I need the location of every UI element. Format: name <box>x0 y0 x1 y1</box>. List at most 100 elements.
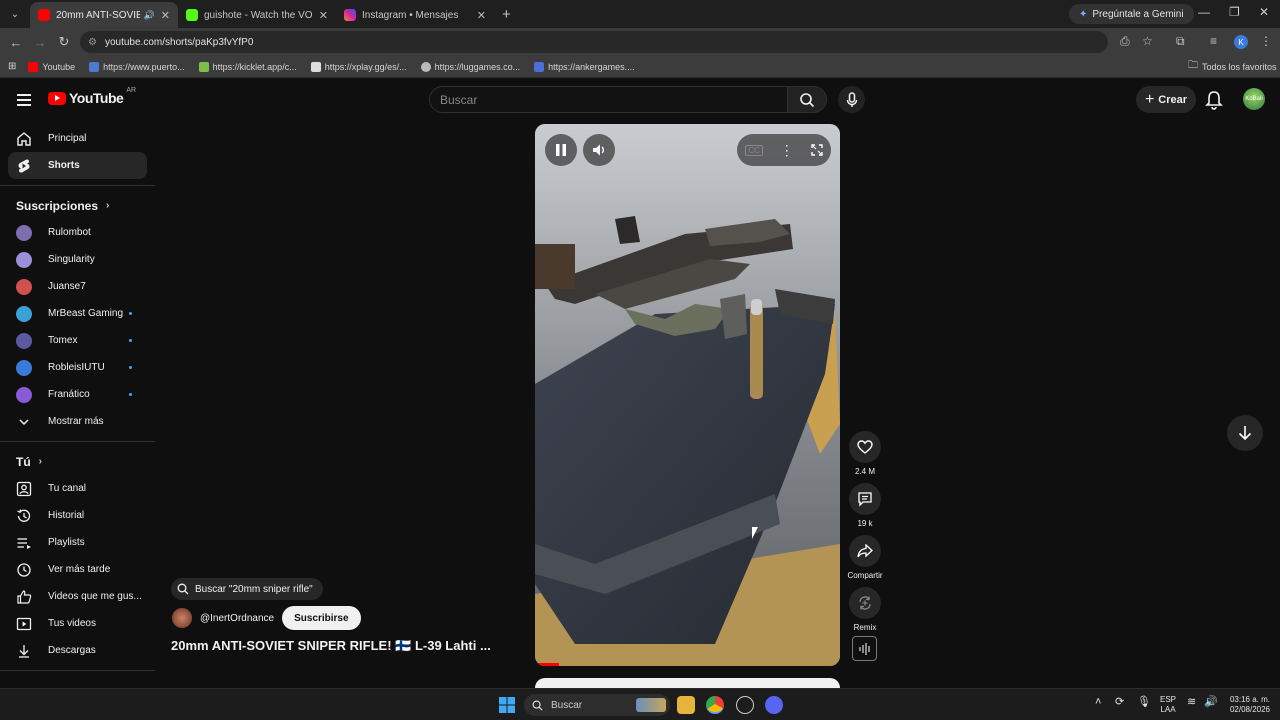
file-explorer-icon[interactable] <box>677 696 695 714</box>
language-indicator[interactable]: ESP LAA <box>1160 695 1176 715</box>
account-avatar[interactable]: KoBali <box>1243 88 1265 110</box>
sidebar-item-ver-mas-tarde[interactable]: Ver más tarde <box>0 556 147 583</box>
sidebar-item-liked-videos[interactable]: Videos que me gus... <box>0 583 147 610</box>
restore-icon[interactable]: ❐ <box>1229 5 1240 19</box>
chevron-up-icon[interactable]: ˄ <box>1095 697 1101 708</box>
search-button[interactable] <box>787 86 827 113</box>
bookmark-youtube[interactable]: Youtube <box>28 61 75 72</box>
search-input[interactable]: Buscar <box>429 86 787 113</box>
sidebar-item-franatico[interactable]: Franático <box>0 381 147 408</box>
captions-icon[interactable]: CC <box>745 144 763 156</box>
gemini-label: Pregúntale a Gemini <box>1092 8 1184 20</box>
video-progress-bar[interactable] <box>535 663 560 666</box>
back-icon[interactable]: ← <box>4 35 28 50</box>
taskbar-search[interactable]: Buscar <box>524 694 670 716</box>
youtube-logo[interactable]: YouTube AR <box>48 87 136 106</box>
share-action[interactable]: Compartir <box>842 535 888 580</box>
bookmark-luggames[interactable]: https://luggames.co... <box>420 61 520 72</box>
subscriptions-header[interactable]: Suscripciones › <box>0 192 155 219</box>
heart-icon <box>857 440 873 454</box>
sidebar-item-tus-videos[interactable]: Tus videos <box>0 610 147 637</box>
gemini-button[interactable]: ✦ Pregúntale a Gemini <box>1069 4 1194 24</box>
audio-track-button[interactable] <box>852 636 877 661</box>
close-tab-icon[interactable]: ✕ <box>319 9 328 22</box>
volume-button[interactable] <box>583 134 615 166</box>
notifications-button[interactable] <box>1205 90 1223 113</box>
tab-kick[interactable]: guishote - Watch the VOD on K ✕ <box>178 2 336 28</box>
pause-button[interactable] <box>545 134 577 166</box>
apps-grid-icon[interactable]: ⊞ <box>8 61 16 72</box>
chevron-right-icon: › <box>38 456 43 467</box>
tab-youtube[interactable]: 20mm ANTI-SOVIET SNIPER 🔊 ✕ <box>30 2 178 28</box>
sidebar-item-principal[interactable]: Principal <box>0 125 147 152</box>
sidebar-item-playlists[interactable]: Playlists <box>0 529 147 556</box>
close-tab-icon[interactable]: ✕ <box>477 9 486 22</box>
menu-icon[interactable] <box>17 94 31 106</box>
video-title[interactable]: 20mm ANTI-SOVIET SNIPER RIFLE! 🇫🇮 L-39 L… <box>171 638 491 654</box>
bookmark-ankergames[interactable]: https://ankergames.... <box>534 61 635 72</box>
sidebar-item-tomex[interactable]: Tomex <box>0 327 147 354</box>
speaker-icon[interactable]: 🔊 <box>1204 697 1218 708</box>
short-video-player[interactable]: CC ⋮ <box>535 124 840 666</box>
chrome-icon[interactable] <box>706 696 724 714</box>
more-options-icon[interactable]: ⋮ <box>780 142 794 159</box>
history-icon <box>16 508 32 524</box>
sidebar-item-historial[interactable]: Historial <box>0 502 147 529</box>
create-button[interactable]: + Crear <box>1136 86 1196 113</box>
comments-button[interactable] <box>849 483 881 515</box>
discord-icon[interactable] <box>765 696 783 714</box>
sidebar-item-tu-canal[interactable]: Tu canal <box>0 475 147 502</box>
like-button[interactable] <box>849 431 881 463</box>
tab-search-button[interactable]: ⌄ <box>4 4 26 24</box>
playlist-icon <box>16 535 32 551</box>
tab-instagram[interactable]: Instagram • Mensajes ✕ <box>336 2 494 28</box>
microphone-icon[interactable]: 🎙 <box>1137 697 1151 708</box>
new-tab-button[interactable]: + <box>502 6 511 23</box>
close-tab-icon[interactable]: ✕ <box>161 9 170 22</box>
bookmark-star-icon[interactable]: ☆ <box>1142 34 1153 48</box>
windows-start-icon[interactable] <box>498 696 516 714</box>
channel-name[interactable]: @InertOrdnance <box>200 613 274 624</box>
next-video-button[interactable] <box>1227 415 1263 451</box>
forward-icon[interactable]: → <box>28 35 52 50</box>
sidebar-item-robleisiutu[interactable]: RobleisIUTU <box>0 354 147 381</box>
extensions-icon[interactable]: ⧉ <box>1176 34 1185 49</box>
sidebar-item-label: Descargas <box>48 645 96 656</box>
url-field[interactable]: ⚙ youtube.com/shorts/paKp3fvYfP0 <box>80 31 1108 53</box>
fullscreen-icon[interactable] <box>810 144 823 156</box>
sidebar-item-rulombot[interactable]: Rulombot <box>0 219 147 246</box>
clock[interactable]: 03:16 a. m. 02/08/2026 <box>1222 695 1270 715</box>
share-button[interactable] <box>849 535 881 567</box>
close-window-icon[interactable]: ✕ <box>1259 5 1269 19</box>
reload-icon[interactable]: ↻ <box>52 34 76 50</box>
like-action[interactable]: 2.4 M <box>848 431 882 476</box>
you-header[interactable]: Tú › <box>0 448 155 475</box>
media-controls-icon[interactable]: ≡ <box>1210 34 1217 48</box>
sidebar-item-show-more[interactable]: Mostrar más <box>0 408 147 435</box>
wifi-icon[interactable]: ≋ <box>1187 697 1196 708</box>
profile-avatar[interactable]: K <box>1234 35 1248 49</box>
sidebar-item-singularity[interactable]: Singularity <box>0 246 147 273</box>
all-bookmarks[interactable]: 🗀 Todos los favoritos <box>1188 58 1277 75</box>
voice-search-button[interactable] <box>838 86 865 113</box>
comments-action[interactable]: 19 k <box>848 483 882 528</box>
sync-icon[interactable]: ⟳ <box>1115 697 1124 708</box>
minimize-icon[interactable]: — <box>1198 5 1210 19</box>
remix-button[interactable] <box>849 587 881 619</box>
search-suggestion-chip[interactable]: Buscar "20mm sniper rifle" <box>171 578 323 600</box>
bookmark-puerto[interactable]: https://www.puerto... <box>89 61 185 72</box>
bookmark-kicklet[interactable]: https://kicklet.app/c... <box>198 61 297 72</box>
more-menu-icon[interactable]: ⋮ <box>1260 34 1272 48</box>
sidebar-item-descargas[interactable]: Descargas <box>0 637 147 664</box>
channel-avatar[interactable] <box>172 608 192 628</box>
subscribe-button[interactable]: Suscribirse <box>282 606 361 630</box>
sidebar-item-shorts[interactable]: Shorts <box>8 152 147 179</box>
remix-action[interactable]: Remix <box>848 587 882 632</box>
speaker-icon[interactable]: 🔊 <box>144 10 155 21</box>
sidebar-item-juanse7[interactable]: Juanse7 <box>0 273 147 300</box>
sidebar-item-mrbeast-gaming[interactable]: MrBeast Gaming <box>0 300 147 327</box>
install-app-icon[interactable]: ⎙ <box>1120 34 1130 49</box>
site-info-icon[interactable]: ⚙ <box>88 37 97 48</box>
steam-icon[interactable] <box>736 696 754 714</box>
bookmark-xplay[interactable]: https://xplay.gg/es/... <box>310 61 407 72</box>
